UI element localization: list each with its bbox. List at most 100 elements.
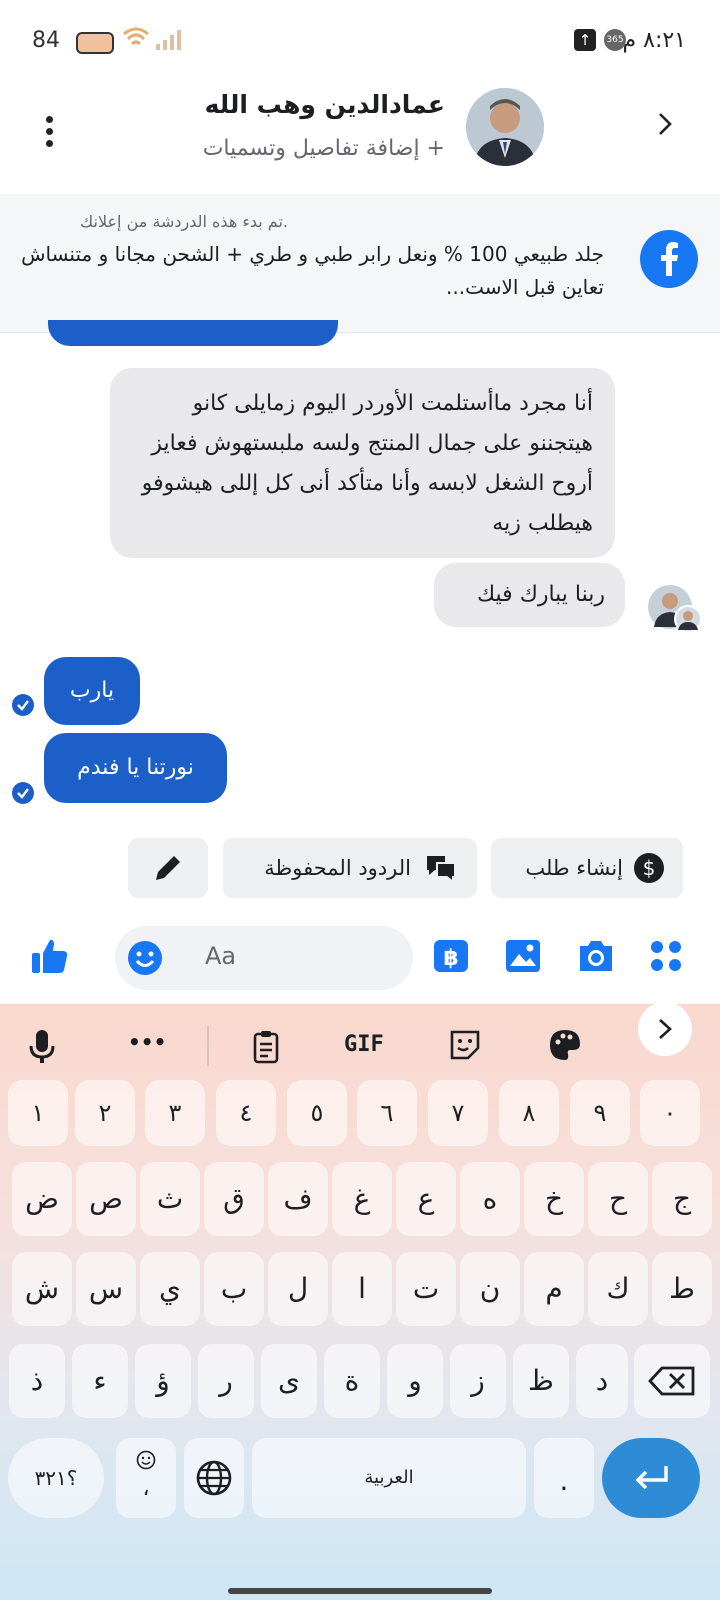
edit-button[interactable]: [128, 838, 208, 898]
key[interactable]: ع: [396, 1162, 456, 1236]
key[interactable]: ي: [140, 1252, 200, 1326]
pencil-icon: [156, 856, 180, 880]
key[interactable]: ٧: [428, 1080, 488, 1146]
ad-text: جلد طبيعي 100 % ونعل رابر طبي و طري + ال…: [21, 242, 604, 299]
key[interactable]: ٠: [640, 1080, 700, 1146]
read-check-icon: [12, 782, 34, 804]
back-chevron-icon[interactable]: [652, 112, 676, 136]
key[interactable]: ط: [652, 1252, 712, 1326]
saved-replies-label: الردود المحفوظة: [264, 856, 411, 880]
period-label: .: [559, 1464, 569, 1497]
saved-replies-button[interactable]: الردود المحفوظة: [223, 838, 477, 898]
emoji-comma-key[interactable]: ،: [116, 1438, 176, 1518]
key[interactable]: ء: [72, 1344, 128, 1418]
symbols-key[interactable]: ؟٣٢١: [8, 1438, 104, 1518]
svg-text:฿: ฿: [443, 946, 458, 971]
status-bar: 84 ↑ 365 ٨:٢١ م: [0, 0, 720, 72]
camera-icon[interactable]: [576, 938, 616, 974]
key[interactable]: ه: [460, 1162, 520, 1236]
key[interactable]: ٦: [357, 1080, 417, 1146]
incoming-message[interactable]: أنا مجرد ماأستلمت الأوردر اليوم زمايلى ك…: [110, 368, 615, 558]
facebook-icon: [640, 230, 698, 288]
currency-icon[interactable]: ฿: [432, 938, 470, 974]
add-details-link[interactable]: + إضافة تفاصيل وتسميات: [203, 136, 445, 161]
space-key[interactable]: العربية: [252, 1438, 526, 1518]
incoming-message[interactable]: ربنا يبارك فيك: [434, 563, 625, 627]
key[interactable]: ض: [12, 1162, 72, 1236]
key[interactable]: ٣: [145, 1080, 205, 1146]
backspace-key[interactable]: [634, 1344, 710, 1418]
backspace-icon: [648, 1366, 695, 1396]
clipboard-icon[interactable]: [252, 1028, 280, 1064]
theme-palette-icon[interactable]: [548, 1028, 582, 1062]
gesture-nav-bar[interactable]: [228, 1588, 492, 1594]
key[interactable]: خ: [524, 1162, 584, 1236]
key[interactable]: ؤ: [135, 1344, 191, 1418]
more-options-icon[interactable]: [46, 116, 56, 152]
key[interactable]: ة: [324, 1344, 380, 1418]
battery-icon: [76, 32, 114, 54]
key[interactable]: ا: [332, 1252, 392, 1326]
chat-bubbles-icon: [427, 856, 456, 884]
key[interactable]: ب: [204, 1252, 264, 1326]
sticker-icon[interactable]: [448, 1028, 482, 1062]
key[interactable]: ٨: [499, 1080, 559, 1146]
period-key[interactable]: .: [534, 1438, 594, 1518]
key[interactable]: ث: [140, 1162, 200, 1236]
key[interactable]: ى: [261, 1344, 317, 1418]
contact-avatar[interactable]: [466, 88, 544, 166]
create-order-label: إنشاء طلب: [525, 856, 623, 880]
key[interactable]: ف: [268, 1162, 328, 1236]
key[interactable]: ٤: [216, 1080, 276, 1146]
comma-label: ،: [142, 1476, 150, 1501]
key[interactable]: ك: [588, 1252, 648, 1326]
key[interactable]: ش: [12, 1252, 72, 1326]
key[interactable]: ن: [460, 1252, 520, 1326]
key[interactable]: و: [387, 1344, 443, 1418]
apps-grid-icon[interactable]: [648, 938, 684, 974]
key[interactable]: ظ: [513, 1344, 569, 1418]
ad-context-banner[interactable]: .تم بدء هذه الدردشة من إعلانك جلد طبيعي …: [0, 194, 720, 333]
key[interactable]: ص: [76, 1162, 136, 1236]
key[interactable]: ٩: [570, 1080, 630, 1146]
key[interactable]: ز: [450, 1344, 506, 1418]
microphone-icon[interactable]: [28, 1028, 56, 1064]
upload-icon: ↑: [574, 29, 596, 51]
enter-icon: [635, 1466, 668, 1490]
key[interactable]: ت: [396, 1252, 456, 1326]
outgoing-message[interactable]: يارب: [44, 657, 140, 725]
key[interactable]: ١: [8, 1080, 68, 1146]
key[interactable]: غ: [332, 1162, 392, 1236]
key[interactable]: ل: [268, 1252, 328, 1326]
key[interactable]: ٥: [287, 1080, 347, 1146]
key[interactable]: ر: [198, 1344, 254, 1418]
enter-key[interactable]: [602, 1438, 700, 1518]
create-order-button[interactable]: $ إنشاء طلب: [491, 838, 683, 898]
emoji-icon[interactable]: [127, 940, 163, 976]
expand-toolbar-button[interactable]: [638, 1002, 692, 1056]
battery-level: 84: [32, 28, 60, 53]
globe-icon: [196, 1460, 232, 1496]
contact-name[interactable]: عمادالدين وهب الله: [205, 90, 445, 119]
key[interactable]: م: [524, 1252, 584, 1326]
message-input[interactable]: Aa: [115, 926, 413, 990]
key[interactable]: س: [76, 1252, 136, 1326]
read-check-icon: [12, 694, 34, 716]
ad-origin-note: .تم بدء هذه الدردشة من إعلانك: [80, 212, 288, 231]
language-key[interactable]: [184, 1438, 244, 1518]
key[interactable]: د: [576, 1344, 628, 1418]
key[interactable]: ج: [652, 1162, 712, 1236]
key[interactable]: ذ: [9, 1344, 65, 1418]
gif-button[interactable]: GIF: [344, 1032, 384, 1057]
toolbar-divider: [207, 1026, 209, 1066]
svg-text:$: $: [643, 856, 656, 880]
outgoing-message[interactable]: نورتنا يا فندم: [44, 733, 227, 803]
key[interactable]: ح: [588, 1162, 648, 1236]
clock: ٨:٢١ م: [622, 28, 687, 53]
more-tools-icon[interactable]: •••: [128, 1030, 166, 1054]
key[interactable]: ق: [204, 1162, 264, 1236]
sender-avatar: [648, 583, 702, 635]
gallery-icon[interactable]: [504, 938, 542, 974]
key[interactable]: ٢: [75, 1080, 135, 1146]
like-icon[interactable]: [30, 936, 70, 976]
